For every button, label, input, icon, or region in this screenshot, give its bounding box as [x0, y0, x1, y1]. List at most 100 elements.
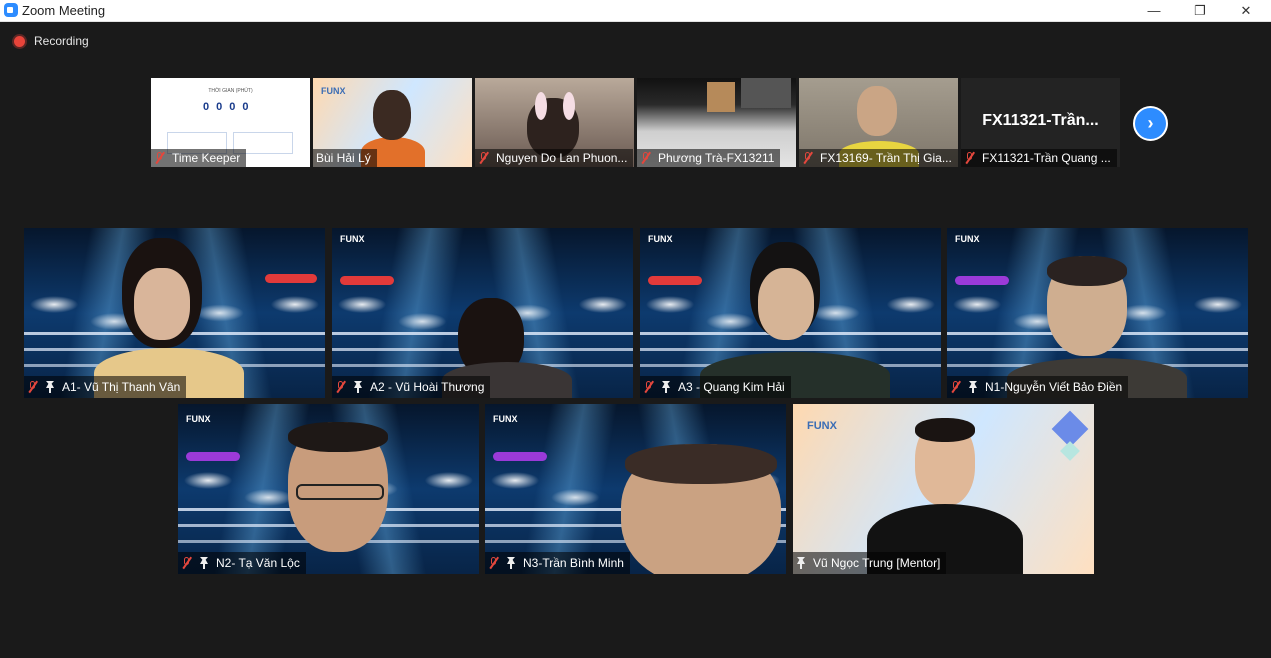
participant-nametag: Phương Trà-FX13211 — [637, 149, 781, 167]
funx-logo: FUNX — [493, 414, 518, 424]
background-door — [707, 82, 735, 112]
participant-nametag: Vũ Ngọc Trung [Mentor] — [793, 552, 947, 574]
participant-hair — [915, 418, 975, 442]
participant-display-name: FX11321-Trần... — [982, 112, 1099, 129]
funx-logo: FUNX — [321, 86, 346, 96]
glasses-frame — [296, 484, 384, 500]
pin-icon — [353, 381, 363, 393]
speaker-tile-mentor[interactable]: FUNX Vũ Ngọc Trung [Mentor] — [793, 404, 1094, 574]
mic-muted-icon — [478, 152, 490, 164]
participant-nametag: Bùi Hải Lý — [313, 149, 377, 167]
doc-title: THỜI GIAN (PHÚT) — [208, 88, 253, 94]
pin-icon — [45, 381, 55, 393]
funx-logo: FUNX — [955, 234, 980, 244]
recording-indicator[interactable]: Recording — [14, 34, 89, 48]
participant-name: Vũ Ngọc Trung [Mentor] — [813, 556, 941, 570]
speaker-tile-n2[interactable]: FUNX N2- Tạ Văn Lộc — [178, 404, 479, 574]
participant-hair — [1047, 256, 1127, 286]
team-badge — [186, 452, 240, 461]
gallery-tile-nguyen-do-lan-phuong[interactable]: Nguyen Do Lan Phuon... — [475, 78, 634, 167]
participant-name: A2 - Vũ Hoài Thương — [370, 380, 485, 394]
participant-hair — [288, 422, 388, 452]
team-badge — [340, 276, 394, 285]
mic-muted-icon — [964, 152, 976, 164]
team-badge — [648, 276, 702, 285]
pin-icon — [796, 557, 806, 569]
bunny-ears-filter — [563, 92, 575, 120]
speaker-tile-a2[interactable]: FUNX A2 - Vũ Hoài Thương — [332, 228, 633, 398]
participant-nametag: N3-Trần Bình Minh — [485, 552, 630, 574]
mic-muted-icon — [643, 381, 655, 393]
participant-head — [373, 90, 411, 140]
background-cabinet — [741, 78, 791, 108]
minimize-button[interactable]: — — [1131, 0, 1177, 21]
chevron-right-icon: › — [1147, 113, 1154, 133]
participant-name: N2- Tạ Văn Lộc — [216, 556, 300, 570]
participant-name: Nguyen Do Lan Phuon... — [496, 151, 628, 165]
shared-document: THỜI GIAN (PHÚT) 0 0 0 0 — [155, 84, 306, 154]
participant-nametag: FX13169- Trần Thị Gia... — [799, 149, 958, 167]
window-title: Zoom Meeting — [22, 3, 106, 18]
funx-logo: FUNX — [807, 420, 837, 432]
pin-icon — [968, 381, 978, 393]
participant-face — [758, 268, 814, 340]
pin-icon — [199, 557, 209, 569]
mic-muted-icon — [154, 152, 166, 164]
zoom-icon — [4, 3, 18, 17]
gallery-tile-time-keeper[interactable]: THỜI GIAN (PHÚT) 0 0 0 0 Time Keeper — [151, 78, 310, 167]
team-badge — [955, 276, 1009, 285]
speaker-tile-a3[interactable]: FUNX A3 - Quang Kim Hải — [640, 228, 941, 398]
gallery-tile-phuong-tra[interactable]: Phương Trà-FX13211 — [637, 78, 796, 167]
timer-digit: 0 — [203, 101, 210, 113]
participant-head — [857, 86, 897, 136]
recording-label: Recording — [34, 34, 89, 48]
mic-muted-icon — [950, 381, 962, 393]
mic-muted-icon — [640, 152, 652, 164]
restore-button[interactable]: ❐ — [1177, 0, 1223, 21]
speaker-tile-n3[interactable]: FUNX N3-Trần Bình Minh — [485, 404, 786, 574]
speaker-tile-n1[interactable]: FUNX N1-Nguyễn Viết Bảo Điền — [947, 228, 1248, 398]
timer-digits: 0 0 0 0 — [203, 101, 249, 113]
participant-hair — [625, 444, 777, 484]
mic-muted-icon — [802, 152, 814, 164]
pin-icon — [661, 381, 671, 393]
participant-nametag: A1- Vũ Thị Thanh Vân — [24, 376, 187, 398]
team-badge — [493, 452, 547, 461]
record-icon — [14, 35, 25, 47]
mic-muted-icon — [181, 557, 193, 569]
next-page-button[interactable]: › — [1135, 108, 1166, 139]
participant-face — [134, 268, 190, 340]
mic-muted-icon — [27, 381, 39, 393]
participant-name: Bùi Hải Lý — [316, 151, 371, 165]
participant-nametag: FX11321-Trần Quang ... — [961, 149, 1117, 167]
gallery-tile-fx11321[interactable]: FX11321-Trần... FX11321-Trần Quang ... — [961, 78, 1120, 167]
title-bar: Zoom Meeting — ❐ ✕ — [0, 0, 1271, 22]
participant-nametag: N2- Tạ Văn Lộc — [178, 552, 306, 574]
participant-name: Phương Trà-FX13211 — [658, 151, 775, 165]
funx-logo: FUNX — [186, 414, 211, 424]
participant-name: FX11321-Trần Quang ... — [982, 151, 1111, 165]
participant-nametag: Time Keeper — [151, 149, 247, 167]
timer-digit: 0 — [216, 101, 223, 113]
funx-logo: FUNX — [648, 234, 673, 244]
mic-muted-icon — [335, 381, 347, 393]
participant-nametag: A3 - Quang Kim Hải — [640, 376, 791, 398]
gallery-tile-fx13169[interactable]: FX13169- Trần Thị Gia... — [799, 78, 958, 167]
participant-nametag: N1-Nguyễn Viết Bảo Điền — [947, 376, 1129, 398]
close-button[interactable]: ✕ — [1223, 0, 1269, 21]
participant-nametag: Nguyen Do Lan Phuon... — [475, 149, 634, 167]
participant-name: Time Keeper — [172, 151, 241, 165]
timer-digit: 0 — [242, 101, 249, 113]
funx-logo: FUNX — [340, 234, 365, 244]
participant-name: N3-Trần Bình Minh — [523, 556, 624, 570]
participant-name: N1-Nguyễn Viết Bảo Điền — [985, 380, 1123, 394]
timer-digit: 0 — [229, 101, 236, 113]
participant-nametag: A2 - Vũ Hoài Thương — [332, 376, 491, 398]
bunny-ears-filter — [535, 92, 547, 120]
gallery-tile-bui-hai-ly[interactable]: FUNX Bùi Hải Lý — [313, 78, 472, 167]
decor-diamond — [1060, 441, 1080, 461]
speaker-tile-a1[interactable]: A1- Vũ Thị Thanh Vân — [24, 228, 325, 398]
pin-icon — [506, 557, 516, 569]
participant-name: A3 - Quang Kim Hải — [678, 380, 785, 394]
participant-name: FX13169- Trần Thị Gia... — [820, 151, 952, 165]
